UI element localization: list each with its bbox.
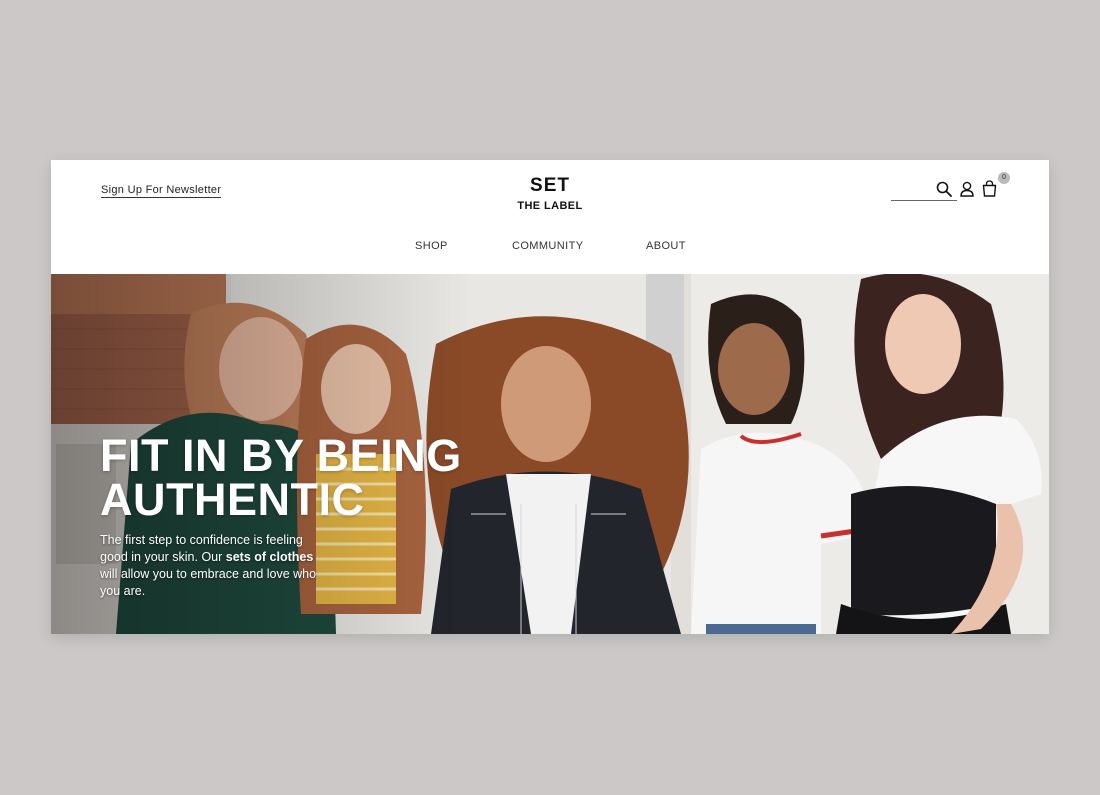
- brand-logo[interactable]: SET THE LABEL: [500, 175, 600, 213]
- cart-icon[interactable]: [982, 180, 997, 197]
- nav-item-shop[interactable]: SHOP: [415, 240, 448, 252]
- cart-count-badge: 0: [998, 172, 1010, 184]
- account-icon[interactable]: [959, 181, 975, 197]
- browser-window: Sign Up For Newsletter SET THE LABEL 0 S…: [51, 160, 1049, 634]
- nav-item-community[interactable]: COMMUNITY: [512, 240, 583, 252]
- hero-description: The first step to confidence is feeling …: [100, 532, 330, 600]
- hero-headline-line-2: AUTHENTIC: [100, 474, 365, 525]
- hero-headline: FIT IN BY BEING AUTHENTIC: [100, 430, 520, 525]
- site-header: Sign Up For Newsletter SET THE LABEL 0 S…: [51, 160, 1049, 274]
- search-input[interactable]: [891, 200, 957, 201]
- hero-copy-emphasis: sets of clothes: [225, 550, 314, 564]
- main-navigation: SHOP COMMUNITY ABOUT: [51, 240, 1049, 256]
- logo-line-the-label: THE LABEL: [517, 200, 583, 212]
- newsletter-signup-link[interactable]: Sign Up For Newsletter: [101, 184, 222, 198]
- nav-item-about[interactable]: ABOUT: [646, 240, 686, 252]
- hero-copy-part-2: will allow you to embrace and love who y…: [100, 567, 317, 598]
- logo-line-set: SET: [530, 175, 570, 196]
- hero-banner: FIT IN BY BEING AUTHENTIC The first step…: [51, 274, 1049, 634]
- hero-headline-line-1: FIT IN BY BEING: [100, 430, 462, 481]
- search-icon[interactable]: [936, 181, 952, 197]
